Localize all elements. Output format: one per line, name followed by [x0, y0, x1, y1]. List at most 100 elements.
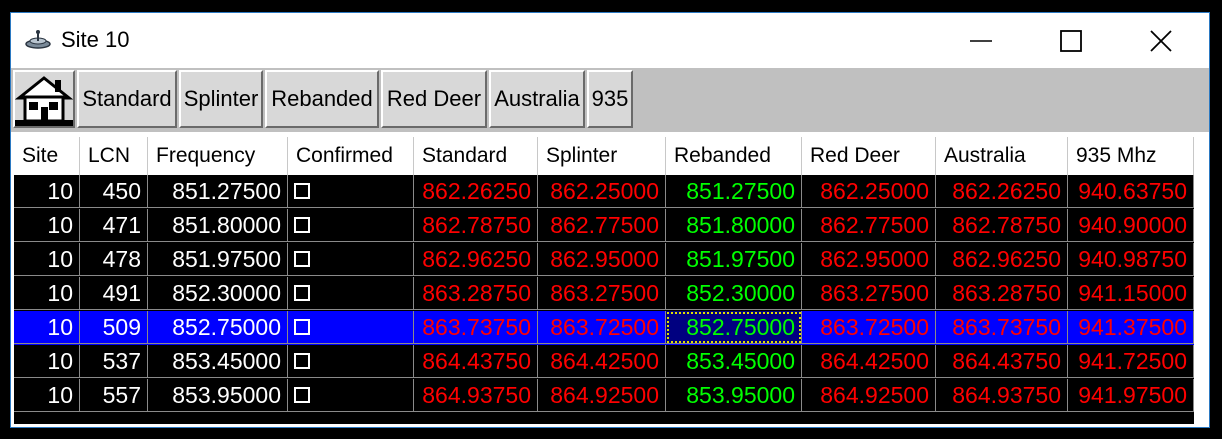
confirmed-checkbox-cell[interactable]	[288, 209, 414, 242]
column-header-site[interactable]: Site	[14, 137, 80, 175]
cell-frequency[interactable]: 853.45000	[148, 345, 288, 378]
column-header-lcn[interactable]: LCN	[80, 137, 148, 175]
cell-australia[interactable]: 864.43750	[936, 345, 1068, 378]
cell-frequency[interactable]: 852.30000	[148, 277, 288, 310]
cell-rebanded[interactable]: 851.97500	[666, 243, 802, 276]
cell-frequency[interactable]: 852.75000	[148, 311, 288, 344]
home-button[interactable]	[13, 70, 75, 128]
table-row[interactable]: 10 471 851.80000 862.78750 862.77500 851.8000…	[14, 209, 1194, 243]
toolbar-button-standard[interactable]: Standard	[77, 70, 177, 128]
cell-frequency[interactable]: 851.27500	[148, 175, 288, 208]
cell-australia[interactable]: 862.96250	[936, 243, 1068, 276]
maximize-button[interactable]	[1026, 19, 1116, 63]
cell-standard[interactable]: 862.26250	[414, 175, 538, 208]
cell-935-mhz[interactable]: 940.98750	[1068, 243, 1194, 276]
confirmed-checkbox[interactable]	[294, 285, 310, 301]
cell-lcn[interactable]: 478	[80, 243, 148, 276]
cell-site[interactable]: 10	[14, 175, 80, 208]
cell-lcn[interactable]: 471	[80, 209, 148, 242]
cell-935-mhz[interactable]: 941.15000	[1068, 277, 1194, 310]
cell-splinter[interactable]: 862.95000	[538, 243, 666, 276]
confirmed-checkbox[interactable]	[294, 387, 310, 403]
cell-australia[interactable]: 863.28750	[936, 277, 1068, 310]
cell-lcn[interactable]: 491	[80, 277, 148, 310]
cell-red-deer[interactable]: 862.77500	[802, 209, 936, 242]
column-header-australia[interactable]: Australia	[936, 137, 1068, 175]
cell-standard[interactable]: 864.43750	[414, 345, 538, 378]
cell-australia[interactable]: 864.93750	[936, 379, 1068, 412]
cell-rebanded[interactable]: 851.80000	[666, 209, 802, 242]
cell-red-deer[interactable]: 862.25000	[802, 175, 936, 208]
cell-red-deer[interactable]: 862.95000	[802, 243, 936, 276]
cell-splinter[interactable]: 863.27500	[538, 277, 666, 310]
cell-rebanded[interactable]: 851.27500	[666, 175, 802, 208]
table-row[interactable]: 10 557 853.95000 864.93750 864.92500 853.9500…	[14, 379, 1194, 413]
toolbar-button-red-deer[interactable]: Red Deer	[381, 70, 487, 128]
cell-lcn[interactable]: 557	[80, 379, 148, 412]
cell-rebanded[interactable]: 852.30000	[666, 277, 802, 310]
cell-site[interactable]: 10	[14, 277, 80, 310]
title-bar[interactable]: Site 10	[11, 13, 1209, 67]
cell-splinter[interactable]: 862.77500	[538, 209, 666, 242]
cell-standard[interactable]: 863.73750	[414, 311, 538, 344]
cell-frequency[interactable]: 853.95000	[148, 379, 288, 412]
cell-site[interactable]: 10	[14, 345, 80, 378]
cell-935-mhz[interactable]: 941.37500	[1068, 311, 1194, 344]
toolbar-button-935[interactable]: 935	[587, 70, 633, 128]
column-header-red-deer[interactable]: Red Deer	[802, 137, 936, 175]
cell-splinter[interactable]: 863.72500	[538, 311, 666, 344]
cell-standard[interactable]: 862.78750	[414, 209, 538, 242]
cell-frequency[interactable]: 851.97500	[148, 243, 288, 276]
confirmed-checkbox[interactable]	[294, 183, 310, 199]
cell-935-mhz[interactable]: 940.63750	[1068, 175, 1194, 208]
cell-lcn[interactable]: 509	[80, 311, 148, 344]
toolbar-button-rebanded[interactable]: Rebanded	[265, 70, 379, 128]
cell-rebanded[interactable]: 853.95000	[666, 379, 802, 412]
cell-lcn[interactable]: 537	[80, 345, 148, 378]
column-header-standard[interactable]: Standard	[414, 137, 538, 175]
cell-rebanded[interactable]: 852.75000	[666, 311, 802, 344]
cell-site[interactable]: 10	[14, 209, 80, 242]
cell-site[interactable]: 10	[14, 243, 80, 276]
confirmed-checkbox-cell[interactable]	[288, 277, 414, 310]
table-row[interactable]: 10 537 853.45000 864.43750 864.42500 853.4500…	[14, 345, 1194, 379]
cell-australia[interactable]: 862.78750	[936, 209, 1068, 242]
confirmed-checkbox-cell[interactable]	[288, 311, 414, 344]
cell-standard[interactable]: 863.28750	[414, 277, 538, 310]
cell-935-mhz[interactable]: 940.90000	[1068, 209, 1194, 242]
confirmed-checkbox[interactable]	[294, 319, 310, 335]
column-header-splinter[interactable]: Splinter	[538, 137, 666, 175]
cell-site[interactable]: 10	[14, 311, 80, 344]
cell-australia[interactable]: 863.73750	[936, 311, 1068, 344]
column-header-confirmed[interactable]: Confirmed	[288, 137, 414, 175]
confirmed-checkbox[interactable]	[294, 217, 310, 233]
cell-standard[interactable]: 862.96250	[414, 243, 538, 276]
cell-935-mhz[interactable]: 941.97500	[1068, 379, 1194, 412]
cell-splinter[interactable]: 864.92500	[538, 379, 666, 412]
table-row[interactable]: 10 491 852.30000 863.28750 863.27500 852.3000…	[14, 277, 1194, 311]
cell-standard[interactable]: 864.93750	[414, 379, 538, 412]
confirmed-checkbox-cell[interactable]	[288, 345, 414, 378]
column-header-935-mhz[interactable]: 935 Mhz	[1068, 137, 1194, 175]
cell-australia[interactable]: 862.26250	[936, 175, 1068, 208]
cell-red-deer[interactable]: 863.72500	[802, 311, 936, 344]
cell-frequency[interactable]: 851.80000	[148, 209, 288, 242]
cell-splinter[interactable]: 864.42500	[538, 345, 666, 378]
table-row[interactable]: 10 478 851.97500 862.96250 862.95000 851.9750…	[14, 243, 1194, 277]
column-header-rebanded[interactable]: Rebanded	[666, 137, 802, 175]
frequency-grid[interactable]: Site LCN Frequency Confirmed Standard Splinte…	[14, 137, 1194, 424]
toolbar-button-australia[interactable]: Australia	[489, 70, 585, 128]
toolbar-button-splinter[interactable]: Splinter	[179, 70, 263, 128]
cell-red-deer[interactable]: 863.27500	[802, 277, 936, 310]
confirmed-checkbox-cell[interactable]	[288, 379, 414, 412]
confirmed-checkbox[interactable]	[294, 353, 310, 369]
confirmed-checkbox[interactable]	[294, 251, 310, 267]
cell-red-deer[interactable]: 864.92500	[802, 379, 936, 412]
cell-rebanded[interactable]: 853.45000	[666, 345, 802, 378]
column-header-frequency[interactable]: Frequency	[148, 137, 288, 175]
confirmed-checkbox-cell[interactable]	[288, 175, 414, 208]
minimize-button[interactable]	[936, 19, 1026, 63]
cell-splinter[interactable]: 862.25000	[538, 175, 666, 208]
table-row[interactable]: 10 450 851.27500 862.26250 862.25000 851.2750…	[14, 175, 1194, 209]
cell-935-mhz[interactable]: 941.72500	[1068, 345, 1194, 378]
